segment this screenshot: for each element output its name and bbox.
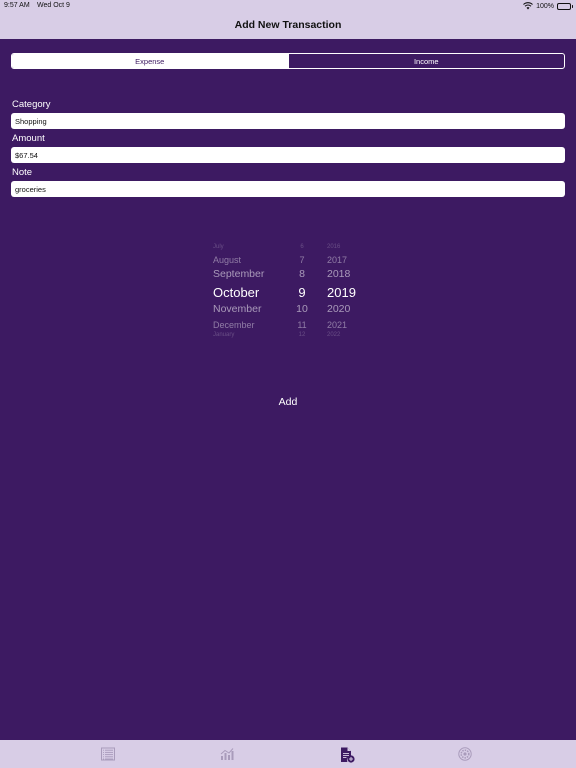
add-document-icon (341, 747, 355, 763)
battery-percent: 100% (536, 2, 554, 10)
day-option[interactable]: 6 (290, 244, 314, 250)
month-option[interactable]: November (213, 303, 261, 315)
transaction-type-segment: Expense Income (11, 53, 565, 69)
date-picker[interactable]: July August September October November D… (200, 240, 376, 342)
page-title: Add New Transaction (234, 19, 342, 31)
month-option[interactable]: January (213, 332, 234, 338)
day-option[interactable]: 11 (290, 320, 314, 330)
top-bar: 9:57 AM Wed Oct 9 100% Add New Transacti… (0, 0, 576, 39)
day-option[interactable]: 7 (290, 255, 314, 265)
day-option[interactable]: 8 (290, 268, 314, 280)
year-option[interactable]: 2016 (327, 244, 340, 250)
category-field[interactable]: Shopping (11, 113, 565, 129)
month-option[interactable]: December (213, 320, 255, 330)
status-bar: 9:57 AM Wed Oct 9 100% (0, 2, 576, 12)
status-time: 9:57 AM (4, 2, 30, 9)
tab-add-transaction[interactable] (339, 747, 355, 763)
tab-settings[interactable] (458, 747, 472, 761)
year-option[interactable]: 2021 (327, 320, 347, 330)
day-option[interactable]: 12 (290, 332, 314, 338)
segment-income[interactable]: Income (287, 54, 565, 68)
day-option[interactable]: 10 (290, 303, 314, 315)
tab-transactions[interactable] (101, 747, 115, 761)
amount-label: Amount (12, 133, 45, 144)
amount-field[interactable]: $67.54 (11, 147, 565, 163)
month-option-selected[interactable]: October (213, 285, 259, 300)
settings-icon (458, 747, 472, 761)
year-option[interactable]: 2018 (327, 268, 350, 280)
year-option[interactable]: 2022 (327, 332, 340, 338)
month-option[interactable]: August (213, 255, 241, 265)
wifi-icon (523, 2, 533, 10)
chart-icon (220, 748, 234, 760)
status-right: 100% (523, 2, 573, 10)
month-wheel[interactable]: July August September October November D… (200, 240, 290, 342)
tab-bar (0, 740, 576, 768)
month-option[interactable]: September (213, 268, 264, 280)
year-option-selected[interactable]: 2019 (327, 285, 356, 300)
note-field[interactable]: groceries (11, 181, 565, 197)
day-option-selected[interactable]: 9 (290, 285, 314, 300)
status-date: Wed Oct 9 (37, 2, 70, 9)
battery-icon (557, 2, 573, 10)
year-option[interactable]: 2017 (327, 255, 347, 265)
year-option[interactable]: 2020 (327, 303, 350, 315)
add-button[interactable]: Add (258, 395, 318, 409)
year-wheel[interactable]: 2016 2017 2018 2019 2020 2021 2022 (322, 240, 372, 342)
day-wheel[interactable]: 6 7 8 9 10 11 12 (290, 240, 314, 342)
category-label: Category (12, 99, 51, 110)
note-label: Note (12, 167, 33, 178)
list-icon (101, 747, 115, 761)
tab-statistics[interactable] (220, 747, 234, 761)
month-option[interactable]: July (213, 244, 224, 250)
segment-expense[interactable]: Expense (12, 54, 288, 68)
